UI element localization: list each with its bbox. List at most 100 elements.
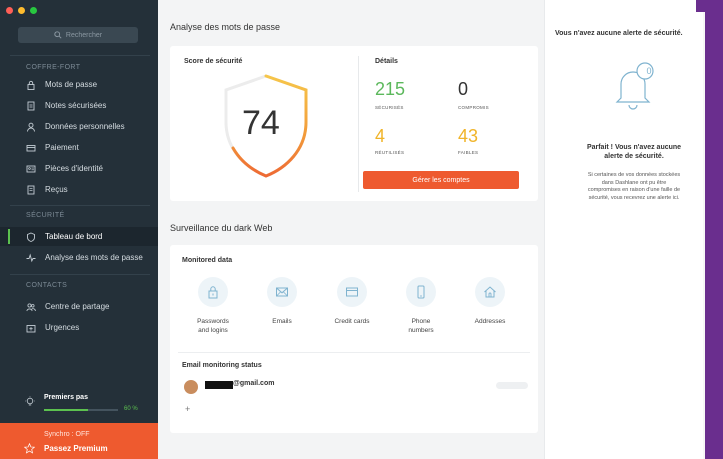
stat-secure-value: 215: [375, 79, 406, 99]
monitored-item-credit-cards: Credit cards: [322, 277, 382, 326]
stat-compromised-label: COMPROMIS: [458, 105, 489, 110]
lightbulb-icon: [25, 396, 35, 406]
divider: [178, 352, 530, 353]
description-line: sécurité, vous recevrez une alerte ici.: [588, 194, 680, 201]
main-content: Analyse des mots de passe Score de sécur…: [158, 0, 544, 459]
people-icon: [26, 302, 36, 312]
sidebar-item-dashboard[interactable]: Tableau de bord: [0, 227, 158, 246]
sidebar-item-label: Notes sécurisées: [45, 101, 107, 110]
security-score-title: Score de sécurité: [184, 58, 243, 65]
sidebar-item-password-health[interactable]: Analyse des mots de passe: [0, 248, 158, 267]
divider: [10, 205, 150, 206]
divider: [10, 274, 150, 275]
sidebar-item-personal-data[interactable]: Données personnelles: [0, 117, 158, 136]
search-input[interactable]: Rechercher: [18, 27, 138, 43]
phone-icon: [417, 285, 425, 299]
manage-accounts-button[interactable]: Gérer les comptes: [363, 171, 519, 189]
monitored-item-label: Emails: [272, 318, 292, 325]
sidebar: Rechercher COFFRE-FORT Mots de passe Not…: [0, 0, 158, 459]
monitored-item-label: numbers: [408, 327, 434, 334]
stat-reused-label: RÉUTILISÉS: [375, 150, 405, 155]
add-email-button[interactable]: +: [185, 404, 190, 414]
sidebar-item-sharing-center[interactable]: Centre de partage: [0, 297, 158, 316]
status-badge: [496, 382, 528, 389]
search-placeholder: Rechercher: [65, 31, 103, 39]
email-monitoring-title: Email monitoring status: [182, 362, 262, 369]
no-alerts-heading-line: Parfait ! Vous n'avez aucune: [586, 144, 682, 151]
progress-percent: 60 %: [124, 406, 138, 412]
section-header-contacts: CONTACTS: [26, 282, 68, 289]
stat-compromised-value: 0: [458, 79, 469, 99]
emergency-icon: [26, 323, 36, 333]
sidebar-item-label: Tableau de bord: [45, 232, 103, 241]
stat-reused-value: 4: [375, 126, 386, 146]
divider: [358, 56, 359, 192]
sidebar-item-label: Urgences: [45, 323, 80, 332]
monitored-item-passwords: Passwords and logins: [183, 277, 243, 335]
no-alerts-heading: Parfait ! Vous n'avez aucune alerte de s…: [559, 143, 709, 161]
monitored-item-label: Passwords: [197, 318, 229, 325]
magazine-edge: [703, 12, 723, 459]
zoom-window-button[interactable]: [30, 7, 37, 14]
monitored-item-addresses: Addresses: [460, 277, 520, 326]
go-premium-button[interactable]: Passez Premium: [44, 444, 108, 453]
description-line: compromises en raison d'une faille de: [587, 187, 681, 193]
sidebar-item-label: Données personnelles: [45, 122, 125, 131]
card-icon: [26, 143, 36, 153]
sidebar-item-passwords[interactable]: Mots de passe: [0, 75, 158, 94]
sidebar-item-label: Reçus: [45, 185, 68, 194]
monitored-item-label: Addresses: [474, 318, 506, 325]
description-line: Si certaines de vos données stockées: [587, 172, 681, 178]
section-header-vault: COFFRE-FORT: [26, 64, 81, 71]
monitored-email[interactable]: @gmail.com: [233, 380, 274, 387]
sync-status: Synchro : OFF: [44, 431, 90, 438]
premium-banner[interactable]: Synchro : OFF Passez Premium: [0, 423, 158, 459]
page-title: Analyse des mots de passe: [170, 22, 281, 32]
dark-web-card: Monitored data Passwords and logins Email…: [170, 245, 538, 433]
monitored-item-label: Phone: [411, 318, 431, 325]
monitored-item-phone-numbers: Phone numbers: [391, 277, 451, 335]
search-icon: [54, 31, 62, 39]
sidebar-item-label: Analyse des mots de passe: [45, 253, 143, 262]
first-steps-label: Premiers pas: [44, 394, 88, 401]
sidebar-item-ids[interactable]: Pièces d'identité: [0, 159, 158, 178]
stat-weak-label: FAIBLES: [458, 150, 479, 155]
note-icon: [26, 101, 36, 111]
monitored-data-title: Monitored data: [182, 257, 233, 264]
lock-icon: [26, 80, 36, 90]
sidebar-item-label: Paiement: [45, 143, 79, 152]
alerts-panel: Vous n'avez aucune alerte de sécurité. 0…: [544, 0, 723, 459]
progress-bar: [44, 409, 118, 411]
person-icon: [26, 122, 36, 132]
description-line: dans Dashlane ont pu être: [601, 179, 667, 186]
id-card-icon: [26, 164, 36, 174]
envelope-icon: [276, 287, 288, 297]
redacted-email-user: [205, 381, 233, 389]
bell-icon: [615, 62, 654, 110]
sidebar-item-payment[interactable]: Paiement: [0, 138, 158, 157]
progress-fill: [44, 409, 89, 411]
sidebar-item-secure-notes[interactable]: Notes sécurisées: [0, 96, 158, 115]
receipt-icon: [26, 185, 36, 195]
window-controls: [6, 7, 37, 14]
divider: [10, 55, 150, 56]
star-icon: [24, 443, 35, 454]
alerts-title: Vous n'avez aucune alerte de sécurité.: [555, 30, 683, 37]
sidebar-item-label: Mots de passe: [45, 80, 98, 89]
card-icon: [346, 287, 358, 297]
dark-web-title: Surveillance du dark Web: [170, 223, 273, 233]
avatar: [184, 380, 198, 394]
monitored-item-label: Credit cards: [334, 318, 370, 325]
sidebar-item-receipts[interactable]: Reçus: [0, 180, 158, 199]
minimize-window-button[interactable]: [18, 7, 25, 14]
close-window-button[interactable]: [6, 7, 13, 14]
lock-icon: [208, 286, 218, 299]
first-steps-progress[interactable]: Premiers pas 60 %: [0, 388, 158, 418]
no-alerts-description: Si certaines de vos données stockées dan…: [559, 172, 709, 202]
details-title: Détails: [375, 58, 398, 65]
stat-weak-value: 43: [458, 126, 479, 146]
home-icon: [484, 286, 496, 298]
stat-secure-label: SÉCURISÉS: [375, 105, 404, 110]
sidebar-item-label: Centre de partage: [45, 302, 110, 311]
sidebar-item-emergency[interactable]: Urgences: [0, 318, 158, 337]
